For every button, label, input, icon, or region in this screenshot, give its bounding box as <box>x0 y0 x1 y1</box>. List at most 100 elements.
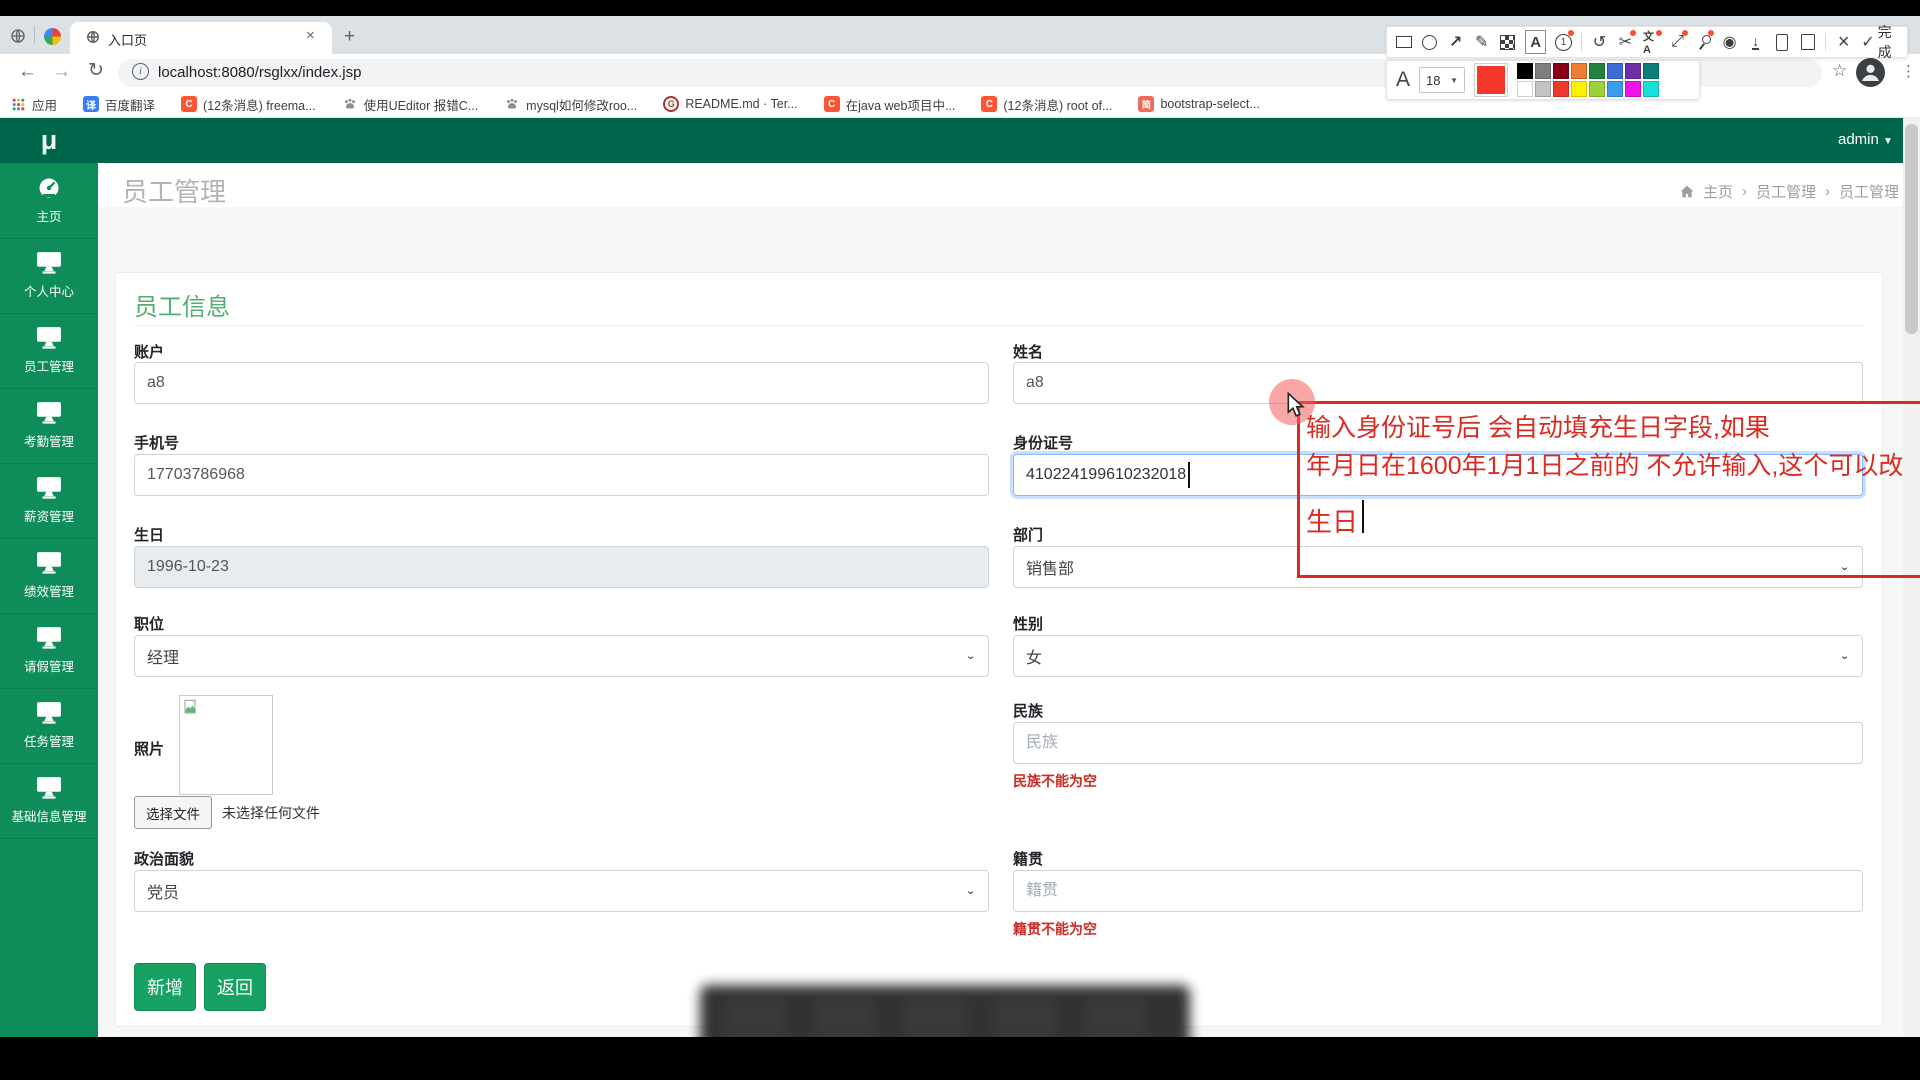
browser-globe-icon[interactable] <box>10 28 26 49</box>
id-number-label: 身份证号 <box>1013 432 1073 453</box>
name-label: 姓名 <box>1013 341 1043 362</box>
bookmark-item-javaweb[interactable]: C 在java web项目中... <box>824 95 956 114</box>
add-button[interactable]: 新增 <box>134 963 196 1011</box>
pin-icon[interactable] <box>1695 32 1712 52</box>
palette-color[interactable] <box>1517 63 1533 79</box>
bookmark-label: (12条消息) freema... <box>203 95 316 114</box>
breadcrumb-home[interactable]: 主页 <box>1703 181 1733 202</box>
done-check-icon[interactable]: ✓完成 <box>1861 32 1899 52</box>
chrome-menu-icon[interactable]: ⋮ <box>1901 62 1916 80</box>
translate-ocr-icon[interactable]: 文A <box>1643 32 1660 52</box>
palette-color[interactable] <box>1643 81 1659 97</box>
palette-color[interactable] <box>1571 81 1587 97</box>
selected-color-swatch[interactable] <box>1474 63 1508 97</box>
sidebar-item-salary[interactable]: 薪资管理 <box>0 463 98 539</box>
tab-close-icon[interactable]: × <box>306 27 315 44</box>
user-name: admin <box>1838 131 1879 148</box>
rectangle-tool-icon[interactable] <box>1395 32 1412 52</box>
apps-grid-icon <box>10 96 26 112</box>
annotation-text-line2: 年月日在1600年1月1日之前的 不允许输入,这个可以改 <box>1306 446 1903 482</box>
palette-color[interactable] <box>1589 63 1605 79</box>
bookmark-star-icon[interactable]: ☆ <box>1832 61 1847 81</box>
bookmark-item-bootstrap[interactable]: 简 bootstrap-select... <box>1138 96 1259 112</box>
reload-button[interactable]: ↻ <box>88 61 104 81</box>
bookmark-item-translate[interactable]: 译 百度翻译 <box>83 95 155 114</box>
scissors-icon[interactable]: ✂ <box>1617 32 1634 52</box>
bookmark-item-apps[interactable]: 应用 <box>10 95 57 114</box>
tab-favicon-globe-icon <box>86 30 100 49</box>
dashboard-icon <box>36 176 62 200</box>
font-size-select[interactable]: 18▼ <box>1419 67 1465 93</box>
color-palette <box>1517 63 1659 97</box>
gender-select[interactable]: 女 ⌄ <box>1013 635 1863 677</box>
sidebar-item-task[interactable]: 任务管理 <box>0 688 98 764</box>
file-choose-button[interactable]: 选择文件 <box>134 796 212 829</box>
expand-selection-icon[interactable]: ⤢ <box>1669 32 1686 52</box>
palette-color[interactable] <box>1607 81 1623 97</box>
site-info-icon[interactable]: i <box>132 63 149 80</box>
palette-color[interactable] <box>1643 63 1659 79</box>
palette-color[interactable] <box>1535 63 1551 79</box>
app-logo[interactable]: μ <box>0 118 98 163</box>
back-button-form[interactable]: 返回 <box>204 963 266 1011</box>
url-text[interactable]: localhost:8080/rsglxx/index.jsp <box>158 64 361 81</box>
sidebar-item-performance[interactable]: 绩效管理 <box>0 538 98 614</box>
step-number-tool-icon[interactable]: 1 <box>1555 32 1572 52</box>
name-input[interactable] <box>1013 362 1863 404</box>
sidebar-item-employee[interactable]: 员工管理 <box>0 313 98 389</box>
sidebar-item-leave[interactable]: 请假管理 <box>0 613 98 689</box>
undo-icon[interactable]: ↺ <box>1591 32 1608 52</box>
breadcrumb-level1[interactable]: 员工管理 <box>1756 181 1816 202</box>
sidebar-item-basicinfo[interactable]: 基础信息管理 <box>0 763 98 839</box>
chevron-down-icon: ⌄ <box>965 650 976 663</box>
annotation-toolbar: ↗ ✎ A 1 ↺ ✂ 文A ⤢ ◉ ↓ × ✓完成 <box>1386 26 1908 58</box>
colorful-app-icon[interactable] <box>44 28 61 45</box>
position-select[interactable]: 经理 ⌄ <box>134 635 989 677</box>
bookmark-item-csdn1[interactable]: C (12条消息) freema... <box>181 95 316 114</box>
sidebar-item-home[interactable]: 主页 <box>0 163 98 239</box>
birthday-input[interactable] <box>134 546 989 588</box>
ellipse-tool-icon[interactable] <box>1421 32 1438 52</box>
palette-color[interactable] <box>1571 63 1587 79</box>
user-menu[interactable]: admin ▼ <box>1838 131 1893 148</box>
scrollbar-thumb[interactable] <box>1905 124 1918 334</box>
palette-color[interactable] <box>1625 63 1641 79</box>
bookmark-item-readme[interactable]: G README.md · Ter... <box>663 96 797 112</box>
bookmark-item-ueditor[interactable]: 使用UEditor 报错C... <box>342 95 479 114</box>
sidebar-item-personal[interactable]: 个人中心 <box>0 238 98 314</box>
section-title: 员工信息 <box>134 287 230 322</box>
bookmark-tool-icon[interactable] <box>1799 32 1816 52</box>
palette-color[interactable] <box>1553 63 1569 79</box>
ethnicity-input[interactable] <box>1013 722 1863 764</box>
forward-button[interactable]: → <box>52 62 71 82</box>
palette-color[interactable] <box>1517 81 1533 97</box>
palette-color[interactable] <box>1553 81 1569 97</box>
palette-color[interactable] <box>1607 63 1623 79</box>
phone-share-icon[interactable] <box>1773 32 1790 52</box>
text-tool-icon[interactable]: A <box>1525 30 1546 54</box>
download-icon[interactable]: ↓ <box>1747 32 1764 52</box>
bookmark-label: 使用UEditor 报错C... <box>364 95 479 114</box>
back-button[interactable]: ← <box>18 62 37 82</box>
phone-input[interactable] <box>134 454 989 496</box>
political-select[interactable]: 党员 ⌄ <box>134 870 989 912</box>
pen-tool-icon[interactable]: ✎ <box>1473 32 1490 52</box>
breadcrumb: 主页 › 员工管理 › 员工管理 <box>1680 181 1899 202</box>
record-icon[interactable]: ◉ <box>1721 32 1738 52</box>
account-input[interactable] <box>134 362 989 404</box>
palette-color[interactable] <box>1589 81 1605 97</box>
bookmark-item-root[interactable]: C (12条消息) root of... <box>981 95 1112 114</box>
native-place-input[interactable] <box>1013 870 1863 912</box>
close-annotation-icon[interactable]: × <box>1835 32 1852 52</box>
page-title: 员工管理 <box>122 172 226 209</box>
palette-color[interactable] <box>1625 81 1641 97</box>
new-tab-button[interactable]: + <box>344 26 355 48</box>
done-label: 完成 <box>1878 22 1899 62</box>
avatar[interactable] <box>1856 58 1885 87</box>
palette-color[interactable] <box>1535 81 1551 97</box>
annotation-text-line3: 生日 <box>1306 502 1358 539</box>
mosaic-tool-icon[interactable] <box>1499 32 1516 52</box>
arrow-tool-icon[interactable]: ↗ <box>1447 32 1464 52</box>
sidebar-item-attendance[interactable]: 考勤管理 <box>0 388 98 464</box>
bookmark-item-mysql[interactable]: mysql如何修改roo... <box>504 95 637 114</box>
